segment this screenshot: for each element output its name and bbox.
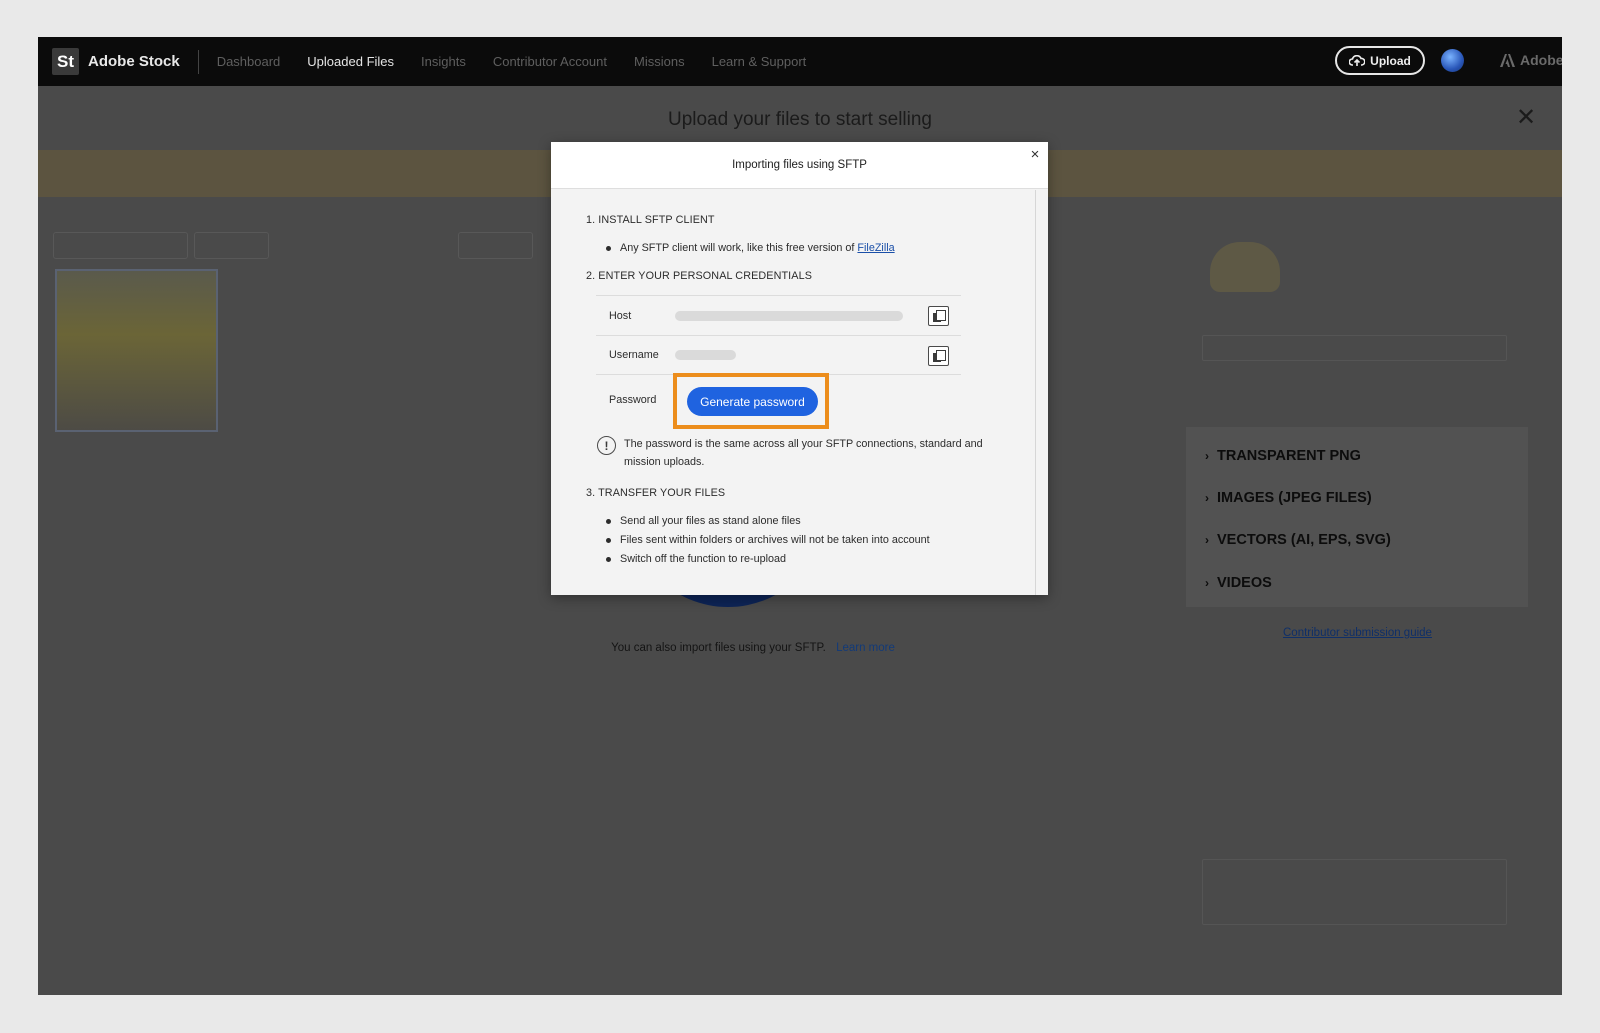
background-filter [194, 232, 269, 259]
nav-missions[interactable]: Missions [634, 54, 685, 69]
chevron-right-icon: › [1205, 449, 1209, 463]
nav-dashboard[interactable]: Dashboard [217, 54, 281, 69]
dropdown-item-label: TRANSPARENT PNG [1217, 448, 1361, 464]
file-type-dropdown: › TRANSPARENT PNG › IMAGES (JPEG FILES) … [1186, 427, 1528, 607]
cloud-upload-icon [1349, 54, 1366, 66]
contributor-guide-link[interactable]: Contributor submission guide [1283, 627, 1432, 639]
adobe-label: Adobe [1520, 52, 1562, 68]
adobe-stock-logo[interactable]: St [52, 48, 79, 75]
adobe-menu[interactable]: Adobe [1500, 52, 1562, 68]
step1-bullet: Any SFTP client will work, like this fre… [606, 242, 895, 254]
step3-bullet: Switch off the function to re-upload [606, 553, 786, 565]
upload-label: Upload [1370, 53, 1411, 68]
dropdown-item-label: IMAGES (JPEG FILES) [1217, 490, 1372, 506]
host-label: Host [609, 309, 632, 322]
chevron-right-icon: › [1205, 491, 1209, 505]
dropdown-item-videos[interactable]: › VIDEOS [1205, 575, 1272, 591]
close-upload-overlay-icon[interactable]: ✕ [1516, 103, 1536, 132]
step3-bullet: Send all your files as stand alone files [606, 515, 801, 527]
step2-title: 2. ENTER YOUR PERSONAL CREDENTIALS [586, 270, 812, 282]
copy-host-icon[interactable] [928, 306, 949, 326]
background-preview-thumbnail [1210, 242, 1280, 292]
username-label: Username [609, 349, 659, 361]
copy-username-icon[interactable] [928, 346, 949, 366]
dropdown-item-transparent-png[interactable]: › TRANSPARENT PNG [1205, 448, 1361, 464]
generate-password-button[interactable]: Generate password [687, 387, 818, 416]
avatar[interactable] [1441, 49, 1464, 72]
sftp-modal: Importing files using SFTP × 1. INSTALL … [551, 142, 1048, 595]
nav-uploaded-files[interactable]: Uploaded Files [307, 54, 394, 69]
sftp-import-text: You can also import files using your SFT… [611, 642, 826, 654]
background-field [1202, 335, 1507, 361]
step3-bullet: Files sent within folders or archives wi… [606, 534, 930, 546]
dropdown-item-label: VIDEOS [1217, 575, 1272, 591]
adobe-logo-icon [1500, 53, 1515, 67]
top-nav-bar: St Adobe Stock Dashboard Uploaded Files … [38, 37, 1562, 86]
learn-more-link[interactable]: Learn more [836, 642, 895, 654]
background-filter [53, 232, 188, 259]
step3-title: 3. TRANSFER YOUR FILES [586, 487, 726, 499]
host-row: Host [596, 295, 961, 335]
modal-header: Importing files using SFTP × [551, 142, 1048, 189]
upload-heading: Upload your files to start selling [667, 109, 932, 130]
sftp-import-note: You can also import files using your SFT… [38, 642, 1468, 654]
background-filter [458, 232, 533, 259]
chevron-right-icon: › [1205, 533, 1209, 547]
modal-title: Importing files using SFTP [732, 159, 867, 171]
background-field [1202, 859, 1507, 925]
upload-button[interactable]: Upload [1335, 46, 1425, 75]
username-row: Username [596, 335, 961, 375]
brand-name[interactable]: Adobe Stock [88, 53, 180, 70]
nav-learn-support[interactable]: Learn & Support [712, 54, 807, 69]
dropdown-item-images-jpeg[interactable]: › IMAGES (JPEG FILES) [1205, 490, 1372, 506]
info-icon: ! [597, 436, 616, 455]
nav-divider [197, 49, 199, 74]
step1-title: 1. INSTALL SFTP CLIENT [586, 214, 715, 226]
close-icon[interactable]: × [1028, 147, 1042, 162]
nav-contributor-account[interactable]: Contributor Account [493, 54, 607, 69]
username-value-redacted [675, 350, 736, 360]
background-file-thumbnail [55, 269, 218, 432]
dropdown-item-vectors[interactable]: › VECTORS (AI, EPS, SVG) [1205, 532, 1391, 548]
host-value-redacted [675, 310, 903, 321]
modal-scrollbar[interactable] [1035, 190, 1036, 595]
filezilla-link[interactable]: FileZilla [857, 242, 894, 254]
password-label: Password [609, 394, 657, 406]
nav-insights[interactable]: Insights [421, 54, 466, 69]
password-info-text: The password is the same across all your… [624, 438, 983, 468]
chevron-right-icon: › [1205, 576, 1209, 590]
dropdown-item-label: VECTORS (AI, EPS, SVG) [1217, 532, 1391, 548]
step1-bullet-text: Any SFTP client will work, like this fre… [620, 242, 855, 254]
